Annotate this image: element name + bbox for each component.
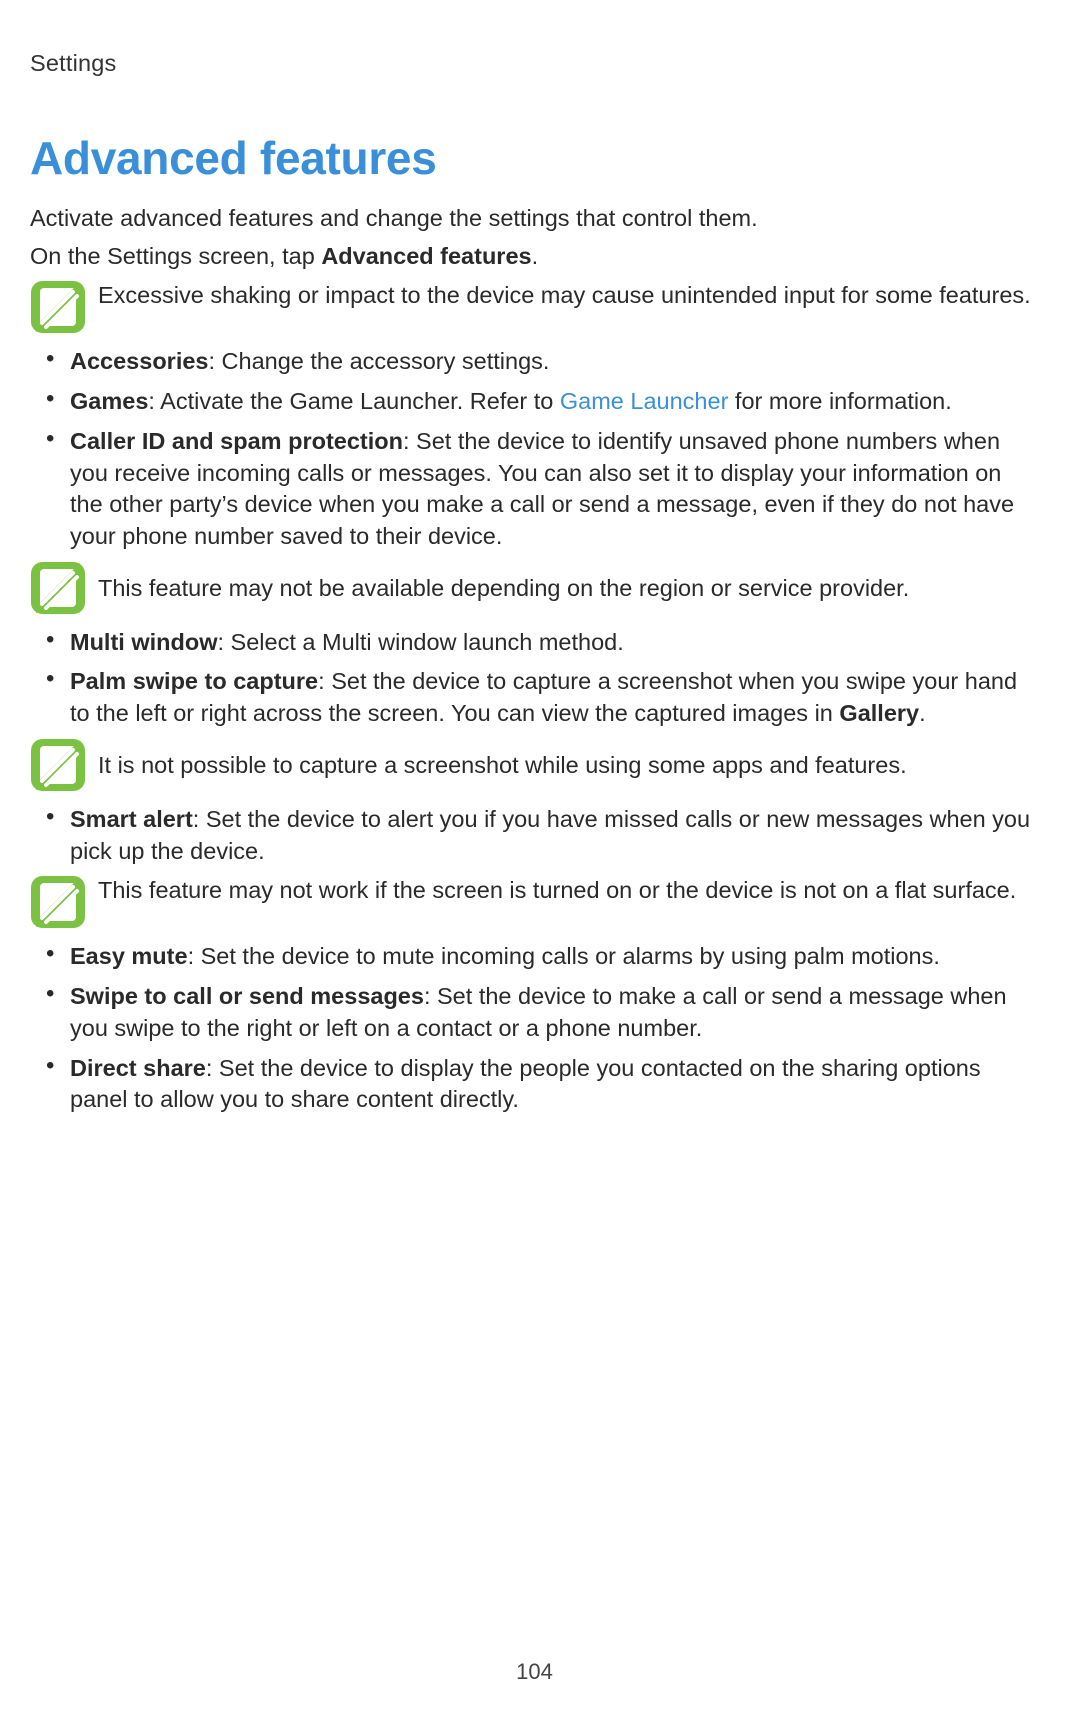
bullet-label: Swipe to call or send messages: [70, 983, 424, 1009]
note-region-availability: This feature may not be available depend…: [30, 561, 1039, 615]
note-smart-alert-limitation: This feature may not work if the screen …: [30, 875, 1039, 929]
bullet-palm-swipe: Palm swipe to capture: Set the device to…: [70, 666, 1039, 729]
bullet-label: Palm swipe to capture: [70, 668, 318, 694]
bullet-label: Accessories: [70, 348, 209, 374]
feature-list-1: Accessories: Change the accessory settin…: [30, 346, 1039, 552]
intro-paragraph-2: On the Settings screen, tap Advanced fea…: [30, 241, 1039, 273]
bullet-text: : Set the device to mute incoming calls …: [188, 943, 940, 969]
bullet-label: Smart alert: [70, 806, 193, 832]
page-number: 104: [0, 1659, 1069, 1685]
bullet-label: Direct share: [70, 1055, 206, 1081]
bullet-label: Caller ID and spam protection: [70, 428, 403, 454]
bullet-games: Games: Activate the Game Launcher. Refer…: [70, 386, 1039, 418]
note-icon: [30, 738, 86, 792]
note-icon: [30, 561, 86, 615]
game-launcher-link[interactable]: Game Launcher: [560, 388, 729, 414]
note-icon: [30, 875, 86, 929]
note-screenshot-limitation: It is not possible to capture a screensh…: [30, 738, 1039, 792]
bullet-multi-window: Multi window: Select a Multi window laun…: [70, 627, 1039, 659]
bullet-direct-share: Direct share: Set the device to display …: [70, 1053, 1039, 1116]
page-title: Advanced features: [30, 131, 1039, 185]
bullet-text-a: : Activate the Game Launcher. Refer to: [148, 388, 559, 414]
bullet-text-b: for more information.: [728, 388, 951, 414]
note-text: This feature may not be available depend…: [98, 561, 909, 605]
intro-paragraph-1: Activate advanced features and change th…: [30, 203, 1039, 235]
bullet-text-b: .: [919, 700, 926, 726]
bullet-accessories: Accessories: Change the accessory settin…: [70, 346, 1039, 378]
intro2-c: .: [532, 243, 539, 269]
page: Settings Advanced features Activate adva…: [0, 0, 1069, 1719]
bullet-swipe-call: Swipe to call or send messages: Set the …: [70, 981, 1039, 1044]
bullet-label: Games: [70, 388, 148, 414]
note-text: This feature may not work if the screen …: [98, 875, 1016, 907]
bullet-easy-mute: Easy mute: Set the device to mute incomi…: [70, 941, 1039, 973]
intro2-a: On the Settings screen, tap: [30, 243, 321, 269]
bullet-smart-alert: Smart alert: Set the device to alert you…: [70, 804, 1039, 867]
feature-list-2: Multi window: Select a Multi window laun…: [30, 627, 1039, 730]
bullet-text: : Set the device to alert you if you hav…: [70, 806, 1030, 864]
feature-list-3: Smart alert: Set the device to alert you…: [30, 804, 1039, 867]
note-excessive-shaking: Excessive shaking or impact to the devic…: [30, 280, 1039, 334]
intro2-b: Advanced features: [321, 243, 531, 269]
bullet-text: : Select a Multi window launch method.: [218, 629, 624, 655]
bullet-text: : Set the device to display the people y…: [70, 1055, 981, 1113]
note-text: It is not possible to capture a screensh…: [98, 738, 907, 782]
note-text: Excessive shaking or impact to the devic…: [98, 280, 1031, 312]
section-header: Settings: [30, 50, 1039, 77]
bullet-text: : Change the accessory settings.: [209, 348, 550, 374]
bullet-label: Easy mute: [70, 943, 188, 969]
bullet-caller-id: Caller ID and spam protection: Set the d…: [70, 426, 1039, 553]
bullet-label: Multi window: [70, 629, 218, 655]
feature-list-4: Easy mute: Set the device to mute incomi…: [30, 941, 1039, 1116]
note-icon: [30, 280, 86, 334]
bullet-text-bold: Gallery: [839, 700, 919, 726]
